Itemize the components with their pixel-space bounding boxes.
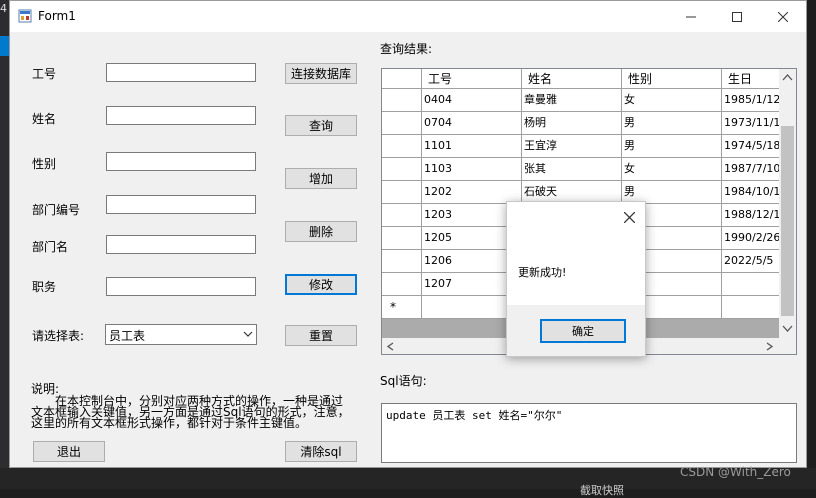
watermark: CSDN @With_Zero bbox=[680, 465, 791, 479]
column-header-emp-id[interactable]: 工号 bbox=[422, 69, 522, 89]
row-header[interactable] bbox=[382, 158, 422, 181]
row-header[interactable] bbox=[382, 227, 422, 250]
minimize-button[interactable] bbox=[668, 1, 714, 32]
dept-no-input[interactable] bbox=[106, 195, 256, 214]
connect-db-button[interactable]: 连接数据库 bbox=[285, 63, 357, 84]
clear-sql-button[interactable]: 清除sql bbox=[285, 441, 357, 462]
column-header-gender[interactable]: 性别 bbox=[622, 69, 722, 89]
row-header[interactable] bbox=[382, 112, 422, 135]
row-header[interactable] bbox=[382, 204, 422, 227]
chevron-down-icon bbox=[243, 331, 253, 337]
ide-bottom-text: 截取快照 bbox=[580, 484, 624, 497]
dept-name-label: 部门名 bbox=[32, 240, 69, 254]
name-label: 姓名 bbox=[32, 112, 57, 126]
row-header[interactable] bbox=[382, 135, 422, 158]
dept-no-label: 部门编号 bbox=[32, 203, 81, 217]
table-cell[interactable]: 杨明 bbox=[522, 112, 622, 135]
name-input[interactable] bbox=[106, 106, 256, 125]
form-window: Form1 工号 姓名 性别 部门编号 部门名 职务 请选择表: 员工表 连接数… bbox=[9, 0, 807, 468]
table-cell[interactable]: 1101 bbox=[422, 135, 522, 158]
table-cell[interactable]: 女 bbox=[622, 158, 722, 181]
sql-label: Sql语句: bbox=[380, 374, 427, 388]
grid-vertical-scrollbar[interactable] bbox=[779, 69, 796, 338]
table-select[interactable]: 员工表 bbox=[105, 324, 257, 345]
row-header[interactable] bbox=[382, 250, 422, 273]
scroll-down-icon[interactable] bbox=[782, 325, 793, 333]
query-button[interactable]: 查询 bbox=[285, 115, 357, 136]
description: 说明: 在本控制台中，分别对应两种方式的操作，一种是通过 文本框输入关键值，另一… bbox=[31, 383, 361, 430]
results-label: 查询结果: bbox=[380, 42, 433, 56]
dept-name-input[interactable] bbox=[106, 235, 256, 254]
position-input[interactable] bbox=[106, 277, 256, 296]
window-title: Form1 bbox=[38, 9, 76, 23]
update-button[interactable]: 修改 bbox=[285, 274, 357, 295]
sql-text: update 员工表 set 姓名="尔尔" bbox=[386, 409, 563, 422]
scroll-right-icon[interactable] bbox=[766, 342, 774, 351]
dialog-ok-button[interactable]: 确定 bbox=[540, 319, 626, 343]
table-cell[interactable]: 0404 bbox=[422, 89, 522, 112]
ide-active-tab bbox=[0, 36, 9, 56]
table-cell[interactable]: 0704 bbox=[422, 112, 522, 135]
table-cell[interactable]: 章曼雅 bbox=[522, 89, 622, 112]
new-row-marker[interactable]: * bbox=[382, 296, 422, 319]
gender-input[interactable] bbox=[106, 152, 256, 171]
maximize-icon bbox=[732, 11, 742, 22]
scroll-left-icon[interactable] bbox=[386, 342, 394, 351]
column-header-name[interactable]: 姓名 bbox=[522, 69, 622, 89]
table-select-label: 请选择表: bbox=[32, 329, 85, 343]
table-cell[interactable]: 王宜淳 bbox=[522, 135, 622, 158]
exit-button[interactable]: 退出 bbox=[33, 441, 105, 462]
row-header[interactable] bbox=[382, 181, 422, 204]
title-bar[interactable]: Form1 bbox=[10, 1, 806, 32]
grid-corner-header[interactable] bbox=[382, 69, 422, 89]
row-header[interactable] bbox=[382, 273, 422, 296]
ide-sidebar bbox=[0, 0, 9, 489]
gender-label: 性别 bbox=[32, 157, 57, 171]
emp-id-label: 工号 bbox=[32, 67, 57, 81]
close-button[interactable] bbox=[760, 1, 806, 32]
reset-button[interactable]: 重置 bbox=[285, 325, 357, 346]
table-cell[interactable]: 女 bbox=[622, 89, 722, 112]
table-cell[interactable]: 张其 bbox=[522, 158, 622, 181]
description-line-3: 这里的所有文本框形式操作，都针对于条件主键值。 bbox=[31, 416, 308, 430]
ide-line-number: 4 bbox=[0, 2, 7, 15]
table-cell[interactable]: 男 bbox=[622, 135, 722, 158]
grid-scroll-thumb[interactable] bbox=[781, 126, 794, 316]
scroll-up-icon[interactable] bbox=[782, 73, 793, 81]
message-dialog: 更新成功! 确定 bbox=[506, 201, 646, 357]
table-cell[interactable]: 1103 bbox=[422, 158, 522, 181]
dialog-close-icon[interactable] bbox=[624, 212, 635, 223]
table-cell[interactable]: 男 bbox=[622, 112, 722, 135]
delete-button[interactable]: 删除 bbox=[285, 221, 357, 242]
app-icon bbox=[18, 9, 32, 23]
position-label: 职务 bbox=[32, 280, 57, 294]
add-button[interactable]: 增加 bbox=[285, 168, 357, 189]
minimize-icon bbox=[686, 16, 696, 17]
table-select-value: 员工表 bbox=[109, 329, 146, 343]
row-header[interactable] bbox=[382, 89, 422, 112]
emp-id-input[interactable] bbox=[106, 63, 256, 82]
sql-input[interactable]: update 员工表 set 姓名="尔尔" bbox=[381, 403, 797, 463]
close-icon bbox=[778, 11, 788, 22]
dialog-message: 更新成功! bbox=[518, 266, 567, 279]
maximize-button[interactable] bbox=[714, 1, 760, 32]
